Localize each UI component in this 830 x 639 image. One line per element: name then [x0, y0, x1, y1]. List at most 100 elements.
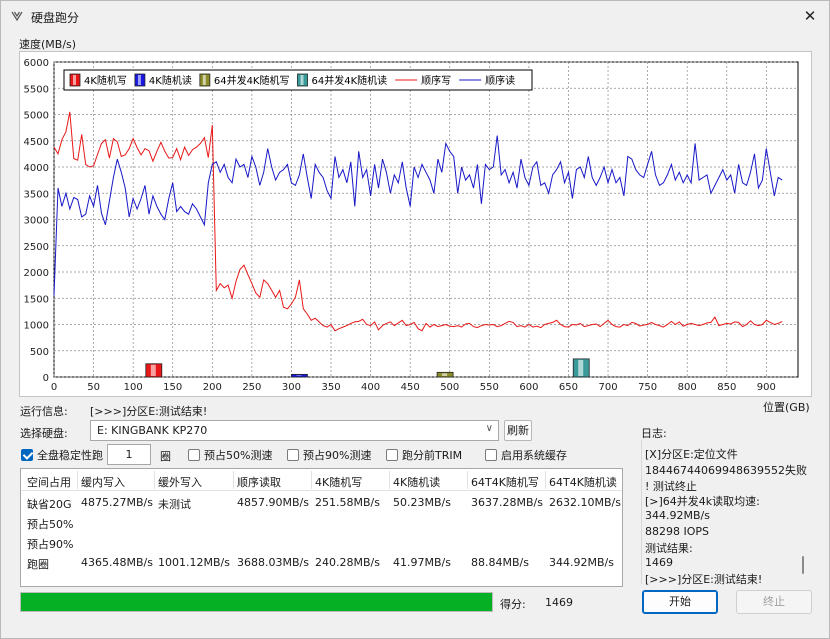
table-cell: 4365.48MB/s [81, 556, 153, 569]
table-cell: 4857.90MB/s [237, 496, 309, 509]
laps-unit-label: 圈 [160, 450, 171, 463]
column-divider [311, 471, 312, 489]
y-tick-label: 3500 [24, 189, 49, 200]
checkbox-checked-icon [21, 449, 33, 461]
y-tick-label: 2500 [24, 242, 49, 253]
y-tick-label: 5000 [24, 111, 49, 122]
table-cell: 2632.10MB/s [549, 496, 621, 509]
legend-swatch-highlight [202, 75, 206, 85]
x-tick-label: 300 [282, 382, 301, 393]
run-info-label: 运行信息: [20, 405, 68, 418]
start-button[interactable]: 开始 [642, 590, 718, 614]
legend-label: 64并发4K随机写 [214, 74, 290, 87]
y-tick-label: 2000 [24, 268, 49, 279]
legend-swatch-highlight [300, 75, 304, 85]
refresh-button[interactable]: 刷新 [504, 420, 532, 441]
y-tick-label: 3000 [24, 216, 49, 227]
checkbox-icon [287, 449, 299, 461]
table-header-cell: 64T4K随机读 [549, 476, 617, 489]
table-cell: 88.84MB/s [471, 556, 529, 569]
x-tick-label: 550 [480, 382, 499, 393]
table-cell: 未测试 [158, 498, 191, 511]
pre50-checkbox[interactable]: 预占50%测速 [188, 448, 272, 462]
checkbox-icon [188, 449, 200, 461]
legend-swatch-highlight [137, 75, 141, 85]
x-tick-label: 350 [321, 382, 340, 393]
log-panel[interactable]: [X]分区E:定位文件 18446744069948639552失败 ! 测试终… [641, 440, 812, 586]
x-tick-label: 150 [163, 382, 182, 393]
table-cell: 251.58MB/s [315, 496, 380, 509]
legend-label: 4K随机读 [149, 74, 192, 87]
log-label: 日志: [641, 427, 667, 440]
score-value: 1469 [545, 596, 573, 609]
trim-checkbox[interactable]: 跑分前TRIM [386, 448, 462, 462]
log-line: 344.92MB/s [645, 509, 710, 522]
legend-label: 64并发4K随机读 [312, 74, 388, 87]
table-cell: 344.92MB/s [549, 556, 614, 569]
x-tick-label: 700 [598, 382, 617, 393]
pre50-label: 预占50%测速 [204, 449, 273, 462]
column-divider [233, 471, 234, 489]
cache-label: 启用系统缓存 [501, 449, 567, 462]
trim-label: 跑分前TRIM [402, 449, 463, 462]
column-divider [545, 471, 546, 489]
column-divider [154, 471, 155, 489]
x-tick-label: 650 [559, 382, 578, 393]
x-tick-label: 0 [51, 382, 57, 393]
checkbox-icon [485, 449, 497, 461]
checkbox-icon [386, 449, 398, 461]
bar-highlight [150, 364, 156, 376]
bar-highlight [578, 359, 584, 376]
disk-select-label: 选择硬盘: [20, 427, 68, 440]
legend-label: 4K随机写 [84, 74, 127, 87]
stop-button[interactable]: 终止 [736, 590, 812, 614]
column-divider [77, 471, 78, 489]
table-cell: 缺省20G [27, 498, 72, 511]
table-header-cell: 4K随机读 [393, 476, 441, 489]
pre90-checkbox[interactable]: 预占90%测速 [287, 448, 371, 462]
x-tick-label: 800 [678, 382, 697, 393]
app-icon [11, 11, 23, 22]
log-line: 测试结果: [645, 542, 693, 555]
y-tick-label: 4500 [24, 137, 49, 148]
log-scrollbar[interactable] [802, 556, 804, 574]
y-tick-label: 1000 [24, 321, 49, 332]
speed-chart-svg: 0 50 100 150 200 250 300 350 400 450 500 550 600 650 7… [24, 58, 799, 393]
y-tick-label: 4000 [24, 163, 49, 174]
benchmark-window: 硬盘跑分 ✕ 速度(MB/s) 0 50 100 150 200 250 300 350 400… [0, 0, 830, 639]
table-cell: 3637.28MB/s [471, 496, 543, 509]
close-icon[interactable]: ✕ [801, 7, 819, 25]
log-line: 1469 [645, 556, 673, 569]
chevron-down-icon: ∨ [485, 423, 493, 434]
full-stability-checkbox[interactable]: 全盘稳定性跑 [21, 448, 103, 462]
x-tick-label: 200 [203, 382, 222, 393]
log-line: [>]64并发4k读取均速: [645, 495, 760, 508]
disk-select[interactable]: E: KINGBANK KP270 ∨ [90, 420, 499, 441]
legend-label: 顺序写 [421, 74, 451, 87]
result-table[interactable]: 空间占用 缓内写入 缓外写入 顺序读取 4K随机写 4K随机读 64T4K随机写… [20, 468, 623, 587]
full-stability-label: 全盘稳定性跑 [37, 449, 103, 462]
table-header-cell: 64T4K随机写 [471, 476, 539, 489]
laps-input[interactable]: 1 [107, 444, 151, 465]
x-tick-label: 750 [638, 382, 657, 393]
y-tick-label: 6000 [24, 58, 49, 69]
table-cell: 跑圈 [27, 558, 49, 571]
score-label: 得分: [500, 598, 526, 611]
x-tick-label: 600 [519, 382, 538, 393]
legend-label: 顺序读 [485, 74, 515, 87]
pre90-label: 预占90%测速 [303, 449, 372, 462]
bar-highlight [442, 373, 448, 376]
log-line: [>>>]分区E:测试结束! [645, 573, 763, 586]
table-header: 空间占用 缓内写入 缓外写入 顺序读取 4K随机写 4K随机读 64T4K随机写… [21, 469, 622, 491]
title-bar[interactable]: 硬盘跑分 ✕ [1, 1, 829, 31]
log-line: 88298 IOPS [645, 525, 710, 538]
y-tick-label: 0 [43, 373, 49, 384]
chart-x-label: 位置(GB) [763, 401, 810, 414]
cache-checkbox[interactable]: 启用系统缓存 [485, 448, 567, 462]
x-tick-label: 50 [87, 382, 100, 393]
table-cell: 3688.03MB/s [237, 556, 309, 569]
column-divider [467, 471, 468, 489]
log-line: ! 测试终止 [645, 480, 697, 493]
run-info-value: [>>>]分区E:测试结束! [90, 405, 208, 418]
speed-chart: 0 50 100 150 200 250 300 350 400 450 500 550 600 650 7… [19, 51, 812, 397]
